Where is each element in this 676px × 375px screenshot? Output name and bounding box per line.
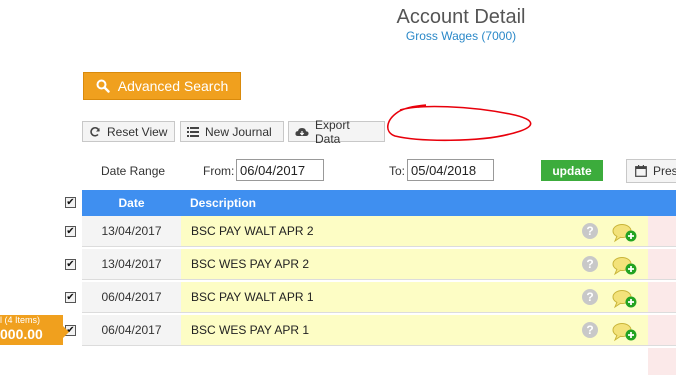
table-row[interactable]: 06/04/2017 BSC WES PAY APR 1 ?: [82, 315, 676, 346]
to-date-input[interactable]: [407, 159, 494, 181]
reset-view-button[interactable]: Reset View: [82, 121, 175, 142]
row-description: BSC WES PAY APR 2: [181, 249, 648, 279]
row-checkbox[interactable]: ✔: [65, 259, 76, 270]
calendar-icon: [635, 165, 647, 177]
from-date-input[interactable]: [236, 159, 324, 181]
preset-label: Pres: [653, 164, 676, 178]
help-icon[interactable]: ?: [582, 223, 598, 239]
row-status-cell: [648, 282, 676, 312]
help-icon[interactable]: ?: [582, 256, 598, 272]
table-row[interactable]: 13/04/2017 BSC PAY WALT APR 2 ?: [82, 216, 676, 247]
selection-amount: 000.00: [0, 326, 43, 342]
add-comment-icon[interactable]: [612, 321, 638, 343]
status-column-filler: [648, 348, 676, 375]
advanced-search-label: Advanced Search: [117, 78, 229, 94]
advanced-search-button[interactable]: Advanced Search: [83, 72, 241, 100]
row-status-cell: [648, 249, 676, 279]
row-checkbox[interactable]: ✔: [65, 292, 76, 303]
table-row[interactable]: 13/04/2017 BSC WES PAY APR 2 ?: [82, 249, 676, 280]
row-checkbox[interactable]: ✔: [65, 226, 76, 237]
row-description: BSC PAY WALT APR 2: [181, 216, 648, 246]
export-data-label: Export Data: [315, 117, 350, 146]
preset-button[interactable]: Pres: [626, 159, 676, 183]
add-comment-icon[interactable]: [612, 255, 638, 277]
row-description: BSC WES PAY APR 1: [181, 315, 648, 345]
row-date: 06/04/2017: [82, 282, 181, 312]
add-comment-icon[interactable]: [612, 288, 638, 310]
row-description: BSC PAY WALT APR 1: [181, 282, 648, 312]
selection-count: l (4 Items): [0, 315, 41, 325]
reset-view-label: Reset View: [107, 124, 168, 139]
help-icon[interactable]: ?: [582, 322, 598, 338]
list-icon: [187, 126, 199, 138]
row-status-cell: [648, 315, 676, 345]
update-button[interactable]: update: [541, 160, 603, 181]
date-range-label: Date Range: [101, 164, 166, 178]
refresh-icon: [89, 126, 101, 138]
add-comment-icon[interactable]: [612, 222, 638, 244]
row-status-cell: [648, 216, 676, 246]
select-all-checkbox[interactable]: ✔: [65, 197, 76, 208]
search-icon: [96, 79, 110, 93]
column-header-date[interactable]: Date: [82, 190, 181, 216]
row-date: 13/04/2017: [82, 249, 181, 279]
column-header-description[interactable]: Description: [190, 190, 256, 216]
tooltip-arrow: [63, 326, 69, 338]
help-icon[interactable]: ?: [582, 289, 598, 305]
from-label: From:: [203, 164, 235, 178]
new-journal-label: New Journal: [205, 124, 272, 139]
table-row[interactable]: 06/04/2017 BSC PAY WALT APR 1 ?: [82, 282, 676, 313]
export-data-button[interactable]: Export Data: [288, 118, 385, 146]
account-subtitle-link[interactable]: Gross Wages (7000): [0, 29, 676, 43]
to-label: To:: [389, 164, 406, 178]
row-date: 06/04/2017: [82, 315, 181, 345]
red-annotation-scribble: [387, 104, 532, 142]
new-journal-button[interactable]: New Journal: [180, 121, 284, 142]
page-title: Account Detail: [396, 6, 526, 28]
row-date: 13/04/2017: [82, 216, 181, 246]
cloud-download-icon: [295, 126, 309, 138]
selection-total-tooltip: l (4 Items) 000.00: [0, 315, 69, 345]
